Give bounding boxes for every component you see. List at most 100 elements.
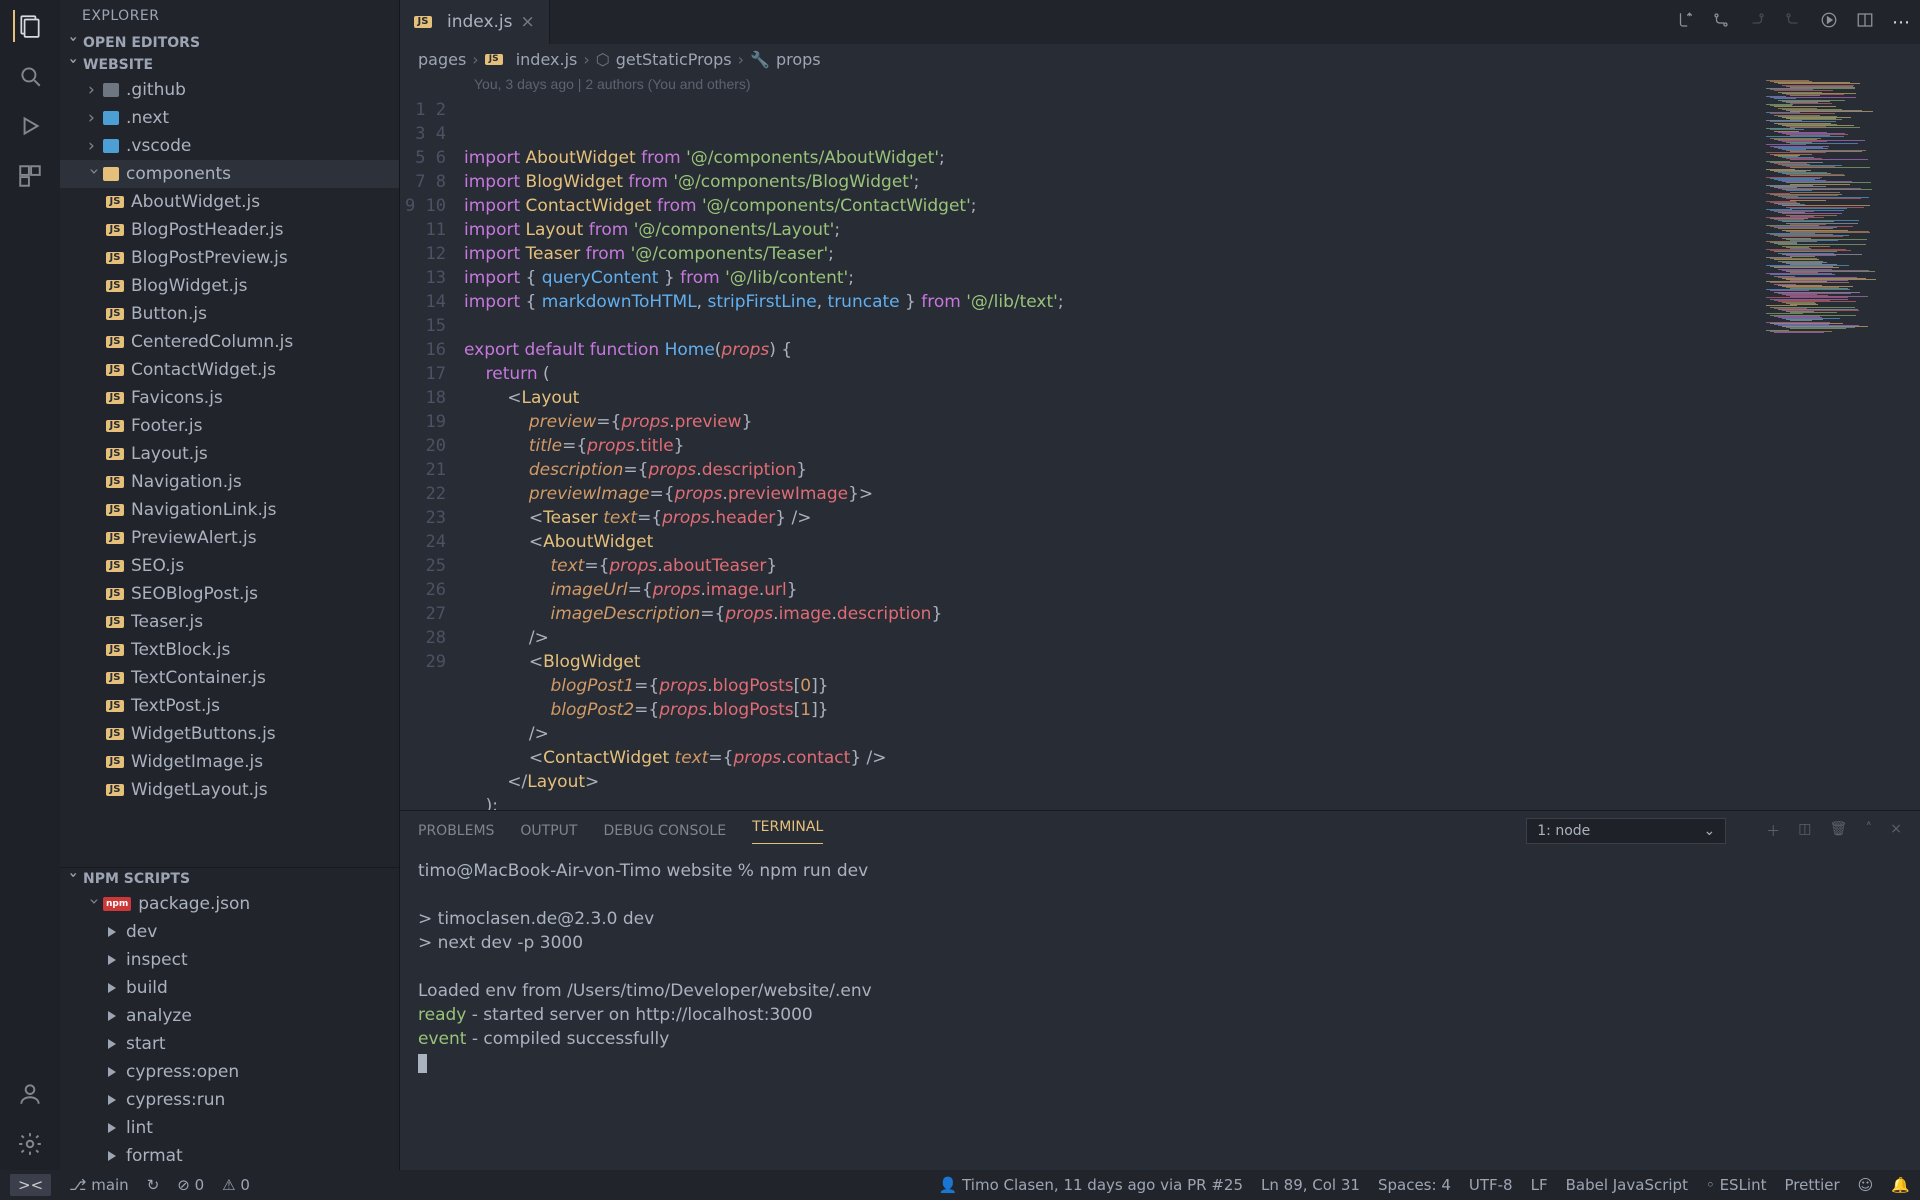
folder-github[interactable]: ›.github <box>60 76 399 104</box>
npm-script-dev[interactable]: dev <box>60 918 399 946</box>
language-mode[interactable]: Babel JavaScript <box>1566 1176 1688 1194</box>
terminal-selector[interactable]: 1: node ⌄ <box>1526 818 1726 844</box>
explorer-icon[interactable] <box>13 10 45 42</box>
website-section[interactable]: ›WEBSITE <box>60 54 399 76</box>
npm-script-cypress-run[interactable]: cypress:run <box>60 1086 399 1114</box>
file-SEOBlogPost-js[interactable]: JSSEOBlogPost.js <box>60 580 399 608</box>
script-label: build <box>126 978 168 998</box>
folder-next[interactable]: ›.next <box>60 104 399 132</box>
extensions-icon[interactable] <box>14 160 46 192</box>
split-editor-icon[interactable] <box>1856 11 1874 34</box>
file-Favicons-js[interactable]: JSFavicons.js <box>60 384 399 412</box>
feedback-icon[interactable]: ☺ <box>1858 1176 1874 1194</box>
file-BlogPostHeader-js[interactable]: JSBlogPostHeader.js <box>60 216 399 244</box>
new-terminal-icon[interactable]: ＋ <box>1766 821 1780 841</box>
tab-output[interactable]: OUTPUT <box>520 823 577 839</box>
account-icon[interactable] <box>14 1078 46 1110</box>
js-file-icon: JS <box>106 504 124 516</box>
debug-icon[interactable] <box>14 110 46 142</box>
file-label: CenteredColumn.js <box>131 332 293 352</box>
file-Footer-js[interactable]: JSFooter.js <box>60 412 399 440</box>
file-ContactWidget-js[interactable]: JSContactWidget.js <box>60 356 399 384</box>
file-WidgetImage-js[interactable]: JSWidgetImage.js <box>60 748 399 776</box>
split-terminal-icon[interactable]: ◫ <box>1798 821 1811 841</box>
folder-vscode[interactable]: ›.vscode <box>60 132 399 160</box>
minimap[interactable] <box>1760 74 1920 810</box>
more-actions-icon[interactable]: ⋯ <box>1892 12 1910 33</box>
file-Button-js[interactable]: JSButton.js <box>60 300 399 328</box>
file-SEO-js[interactable]: JSSEO.js <box>60 552 399 580</box>
warnings-count[interactable]: ⚠ 0 <box>222 1176 250 1194</box>
npm-script-inspect[interactable]: inspect <box>60 946 399 974</box>
breadcrumb-symbol-1[interactable]: getStaticProps <box>616 50 732 69</box>
kill-terminal-icon[interactable]: 🗑 <box>1829 821 1847 841</box>
terminal-output[interactable]: timo@MacBook-Air-von-Timo website % npm … <box>400 851 1920 1170</box>
file-label: Button.js <box>131 304 207 324</box>
file-TextContainer-js[interactable]: JSTextContainer.js <box>60 664 399 692</box>
prev-change-icon[interactable] <box>1748 11 1766 34</box>
tab-debug-console[interactable]: DEBUG CONSOLE <box>603 823 726 839</box>
file-BlogWidget-js[interactable]: JSBlogWidget.js <box>60 272 399 300</box>
run-script-icon <box>108 1011 116 1021</box>
run-icon[interactable] <box>1820 11 1838 34</box>
file-Navigation-js[interactable]: JSNavigation.js <box>60 468 399 496</box>
file-WidgetButtons-js[interactable]: JSWidgetButtons.js <box>60 720 399 748</box>
tab-problems[interactable]: PROBLEMS <box>418 823 494 839</box>
file-CenteredColumn-js[interactable]: JSCenteredColumn.js <box>60 328 399 356</box>
indent-setting[interactable]: Spaces: 4 <box>1378 1176 1451 1194</box>
open-editors-section[interactable]: ›OPEN EDITORS <box>60 32 399 54</box>
cursor-position[interactable]: Ln 89, Col 31 <box>1261 1176 1360 1194</box>
bottom-panel: PROBLEMS OUTPUT DEBUG CONSOLE TERMINAL 1… <box>400 810 1920 1170</box>
file-TextBlock-js[interactable]: JSTextBlock.js <box>60 636 399 664</box>
file-NavigationLink-js[interactable]: JSNavigationLink.js <box>60 496 399 524</box>
file-AboutWidget-js[interactable]: JSAboutWidget.js <box>60 188 399 216</box>
breadcrumb-symbol-2[interactable]: props <box>776 50 821 69</box>
folder-icon <box>103 139 119 153</box>
npm-script-start[interactable]: start <box>60 1030 399 1058</box>
close-panel-icon[interactable]: × <box>1890 821 1902 841</box>
prettier-status[interactable]: Prettier <box>1784 1176 1839 1194</box>
js-file-icon: JS <box>106 784 124 796</box>
npm-script-analyze[interactable]: analyze <box>60 1002 399 1030</box>
notifications-icon[interactable]: 🔔 <box>1891 1176 1910 1194</box>
code-editor[interactable]: import AboutWidget from '@/components/Ab… <box>464 74 1760 810</box>
file-Teaser-js[interactable]: JSTeaser.js <box>60 608 399 636</box>
tab-terminal[interactable]: TERMINAL <box>752 819 823 844</box>
run-script-icon <box>108 1039 116 1049</box>
tab-index-js[interactable]: JS index.js × <box>400 0 550 44</box>
encoding[interactable]: UTF-8 <box>1469 1176 1513 1194</box>
folder-components[interactable]: ›components <box>60 160 399 188</box>
gear-icon[interactable] <box>14 1128 46 1160</box>
file-TextPost-js[interactable]: JSTextPost.js <box>60 692 399 720</box>
file-BlogPostPreview-js[interactable]: JSBlogPostPreview.js <box>60 244 399 272</box>
file-tree: ›.github›.next›.vscode›componentsJSAbout… <box>60 76 399 867</box>
gitlens-blame[interactable]: 👤 Timo Clasen, 11 days ago via PR #25 <box>939 1176 1243 1194</box>
npm-script-cypress-open[interactable]: cypress:open <box>60 1058 399 1086</box>
git-graph-icon[interactable] <box>1712 11 1730 34</box>
npm-package[interactable]: ›npmpackage.json <box>60 890 399 918</box>
file-Layout-js[interactable]: JSLayout.js <box>60 440 399 468</box>
file-label: AboutWidget.js <box>131 192 260 212</box>
npm-script-format[interactable]: format <box>60 1142 399 1170</box>
npm-scripts-section[interactable]: ›NPM SCRIPTS <box>60 867 399 890</box>
eslint-status[interactable]: ◦ ESLint <box>1706 1176 1767 1194</box>
git-branch[interactable]: ⎇ main <box>69 1176 129 1194</box>
npm-script-lint[interactable]: lint <box>60 1114 399 1142</box>
npm-script-build[interactable]: build <box>60 974 399 1002</box>
file-WidgetLayout-js[interactable]: JSWidgetLayout.js <box>60 776 399 804</box>
breadcrumb-pages[interactable]: pages <box>418 50 466 69</box>
remote-button[interactable]: >< <box>10 1174 51 1196</box>
compare-changes-icon[interactable] <box>1676 11 1694 34</box>
breadcrumb-file[interactable]: index.js <box>516 50 578 69</box>
breadcrumb[interactable]: pages › JS index.js › ⬡ getStaticProps ›… <box>400 44 1920 74</box>
file-PreviewAlert-js[interactable]: JSPreviewAlert.js <box>60 524 399 552</box>
close-icon[interactable]: × <box>521 12 535 32</box>
js-file-icon: JS <box>106 476 124 488</box>
eol[interactable]: LF <box>1531 1176 1548 1194</box>
js-file-icon: JS <box>106 560 124 572</box>
sync-icon[interactable]: ↻ <box>147 1176 160 1194</box>
search-icon[interactable] <box>14 60 46 92</box>
errors-count[interactable]: ⊘ 0 <box>177 1176 204 1194</box>
next-change-icon[interactable] <box>1784 11 1802 34</box>
maximize-panel-icon[interactable]: ˄ <box>1865 821 1872 841</box>
